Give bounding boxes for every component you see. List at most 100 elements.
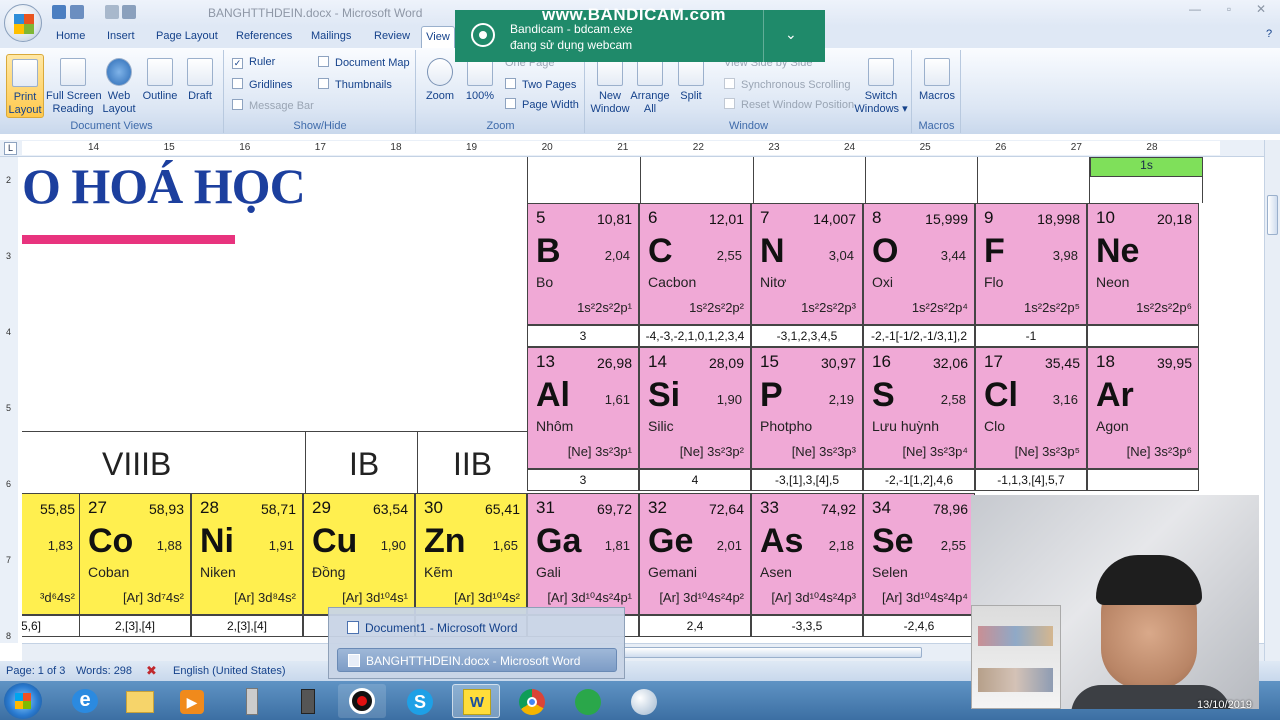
atomic-number: 6 bbox=[648, 208, 658, 227]
tab-references[interactable]: References bbox=[236, 30, 292, 42]
zoom-100-button[interactable]: 100% bbox=[461, 58, 499, 103]
bandicam-notification[interactable]: www.BANDICAM.com Bandicam - bdcam.exe đa… bbox=[455, 5, 825, 62]
oxidation-states: 4 bbox=[639, 469, 751, 491]
hscroll-thumb[interactable] bbox=[622, 647, 922, 658]
ruler-number: 28 bbox=[1146, 142, 1158, 153]
save-icon[interactable] bbox=[52, 5, 66, 19]
group-header-ib: IB bbox=[349, 446, 380, 482]
language-status[interactable]: English (United States) bbox=[173, 665, 286, 677]
new-window-button[interactable]: New Window bbox=[588, 58, 632, 116]
print-layout-button[interactable]: Print Layout bbox=[6, 54, 44, 118]
element-cell: 28 58,71 Ni 1,91 Niken [Ar] 3d⁸4s² bbox=[191, 493, 303, 615]
tab-view[interactable]: View bbox=[421, 26, 455, 49]
element-cell: 10 20,18 Ne Neon 1s²2s²2p⁶ bbox=[1087, 203, 1199, 325]
proofing-icon[interactable]: ✖ bbox=[146, 663, 157, 679]
oxidation-states: -3,3,5 bbox=[751, 615, 863, 637]
ruler-number: 8 bbox=[6, 631, 12, 641]
element-symbol: S bbox=[872, 376, 895, 414]
tab-insert[interactable]: Insert bbox=[107, 30, 135, 42]
outline-button[interactable]: Outline bbox=[140, 58, 180, 103]
ruler-number: 4 bbox=[6, 327, 12, 337]
chevron-down-icon[interactable]: ⌄ bbox=[785, 26, 797, 43]
electron-config: [Ar] 3d¹⁰4s²4p⁴ bbox=[882, 590, 968, 605]
ruler-number: 6 bbox=[6, 479, 12, 489]
page-count[interactable]: Page: 1 of 3 bbox=[6, 665, 65, 677]
switch-windows-button[interactable]: Switch Windows ▾ bbox=[854, 58, 908, 116]
word-count[interactable]: Words: 298 bbox=[76, 665, 132, 677]
window-item-document1[interactable]: Document1 - Microsoft Word bbox=[337, 616, 617, 640]
print-preview-icon[interactable] bbox=[122, 5, 136, 19]
web-layout-button[interactable]: Web Layout bbox=[100, 58, 138, 116]
coccoc-taskbar-icon[interactable] bbox=[564, 684, 612, 718]
tab-home[interactable]: Home bbox=[56, 30, 85, 42]
help-icon[interactable]: ? bbox=[1266, 28, 1272, 40]
window-item-banghtthdein[interactable]: BANGHTTHDEIN.docx - Microsoft Word bbox=[337, 648, 617, 672]
full-screen-reading-button[interactable]: Full Screen Reading bbox=[46, 58, 102, 116]
element-name: Flo bbox=[984, 274, 1004, 290]
oxidation-states: 2,4 bbox=[639, 615, 751, 637]
minimize-button[interactable]: — bbox=[1184, 2, 1206, 22]
ie-taskbar-icon[interactable]: e bbox=[60, 684, 108, 718]
bandicam-taskbar-icon[interactable] bbox=[338, 684, 386, 718]
phone-taskbar-icon[interactable] bbox=[228, 684, 276, 718]
split-button[interactable]: Split bbox=[674, 58, 708, 103]
word-taskbar-icon[interactable]: W bbox=[452, 684, 500, 718]
two-pages-button[interactable]: Two Pages bbox=[505, 78, 576, 91]
reset-window-position-button: Reset Window Position bbox=[724, 98, 854, 111]
taskbar-thumbnail-menu: Document1 - Microsoft Word BANGHTTHDEIN.… bbox=[328, 607, 625, 679]
paint-taskbar-icon[interactable] bbox=[620, 684, 668, 718]
atomic-mass: 30,97 bbox=[820, 355, 856, 371]
electron-config: [Ne] 3s²3p⁴ bbox=[902, 444, 968, 459]
gridlines-checkbox[interactable]: Gridlines bbox=[232, 78, 292, 91]
maximize-button[interactable]: ▫ bbox=[1218, 2, 1240, 22]
office-button[interactable] bbox=[4, 4, 42, 42]
media-player-taskbar-icon[interactable]: ▶ bbox=[168, 684, 216, 718]
skype-taskbar-icon[interactable]: S bbox=[396, 684, 444, 718]
element-symbol: P bbox=[760, 376, 783, 414]
explorer-taskbar-icon[interactable] bbox=[116, 684, 164, 718]
atomic-mass: 20,18 bbox=[1156, 211, 1192, 227]
element-name: Nitơ bbox=[760, 274, 787, 290]
electron-config: 1s²2s²2p⁶ bbox=[1136, 300, 1192, 315]
atomic-number: 33 bbox=[760, 498, 779, 517]
page-width-button[interactable]: Page Width bbox=[505, 98, 579, 111]
atomic-number: 14 bbox=[648, 352, 667, 371]
vertical-scrollbar[interactable] bbox=[1264, 140, 1280, 661]
electron-config: 1s²2s²2p⁵ bbox=[1024, 300, 1080, 315]
draft-button[interactable]: Draft bbox=[182, 58, 218, 103]
electron-config: 1s²2s²2p¹ bbox=[577, 300, 632, 315]
zoom-button[interactable]: Zoom bbox=[423, 58, 457, 103]
atomic-number: 32 bbox=[648, 498, 667, 517]
tab-page-layout[interactable]: Page Layout bbox=[156, 30, 218, 42]
full-screen-icon bbox=[60, 58, 86, 86]
atomic-mass: 55,85 bbox=[39, 501, 75, 517]
element-name: Selen bbox=[872, 564, 908, 580]
thumbnails-checkbox[interactable]: Thumbnails bbox=[318, 78, 392, 91]
group-header-row: VIIIB IB IIB bbox=[22, 431, 527, 494]
tab-review[interactable]: Review bbox=[374, 30, 410, 42]
document-map-checkbox[interactable]: Document Map bbox=[318, 56, 410, 69]
electronegativity: 1,61 bbox=[604, 392, 630, 407]
ruler-checkbox[interactable]: ✓ Ruler bbox=[232, 56, 275, 69]
chrome-taskbar-icon[interactable] bbox=[508, 684, 556, 718]
oxidation-states: -1,1,3,[4],5,7 bbox=[975, 469, 1087, 491]
tab-mailings[interactable]: Mailings bbox=[311, 30, 351, 42]
element-name: Cacbon bbox=[648, 274, 697, 290]
start-button[interactable] bbox=[4, 683, 42, 719]
horizontal-ruler[interactable]: L 14 15 16 17 18 19 20 21 22 23 24 25 26 27 28 bbox=[0, 140, 1280, 157]
arrange-all-button[interactable]: Arrange All bbox=[630, 58, 670, 116]
redo-icon[interactable] bbox=[105, 5, 119, 19]
macros-button[interactable]: Macros bbox=[917, 58, 957, 103]
print-layout-icon bbox=[12, 59, 38, 87]
electron-config: 1s²2s²2p² bbox=[689, 300, 744, 315]
group-zoom: Zoom 100% One Page Two Pages Page Width … bbox=[417, 50, 585, 133]
close-button[interactable]: ✕ bbox=[1250, 2, 1272, 22]
windows-logo-icon bbox=[15, 693, 31, 709]
undo-icon[interactable] bbox=[70, 5, 84, 19]
electron-config: 1s²2s²2p⁴ bbox=[911, 300, 968, 315]
element-cell: 33 74,92 As 2,18 Asen [Ar] 3d¹⁰4s²4p³ bbox=[751, 493, 863, 615]
electron-config: [Ar] 3d¹⁰4s² bbox=[454, 590, 520, 605]
calculator-taskbar-icon[interactable] bbox=[284, 684, 332, 718]
scrollbar-thumb[interactable] bbox=[1267, 195, 1278, 235]
tab-selector-icon[interactable]: L bbox=[4, 142, 17, 155]
